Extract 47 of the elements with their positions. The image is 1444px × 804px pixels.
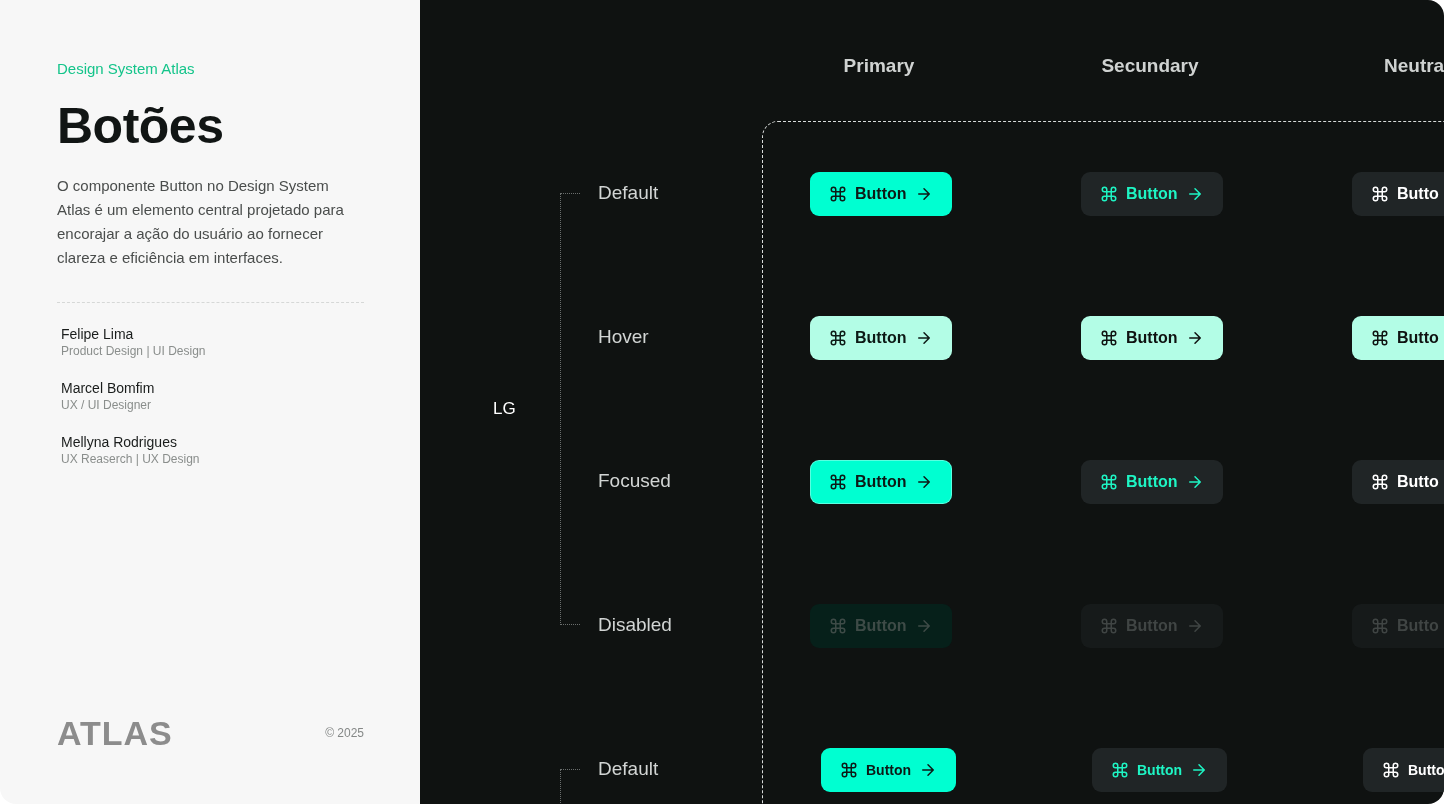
state-label: Focused [598, 468, 671, 493]
size-label: LG [493, 398, 516, 421]
command-icon [1371, 185, 1389, 203]
column-header: Secundary [1100, 54, 1200, 78]
sample-button[interactable]: Button [810, 460, 952, 504]
command-icon [1371, 473, 1389, 491]
command-icon [840, 761, 858, 779]
author-name: Mellyna Rodrigues [61, 432, 178, 451]
page-title: Botões [57, 98, 225, 154]
column-header: Neutra [1384, 54, 1444, 78]
sample-button[interactable]: Butto [1363, 748, 1444, 792]
author-role: UX Reaserch | UX Design [61, 450, 201, 467]
eyebrow-text: Design System Atlas [57, 59, 196, 79]
sample-button[interactable]: Butto [1352, 460, 1444, 504]
state-label: Default [598, 180, 659, 205]
command-icon [1100, 617, 1118, 635]
sample-button[interactable]: Button [1081, 172, 1223, 216]
author-name: Marcel Bomfim [61, 378, 156, 397]
sample-button[interactable]: Button [1092, 748, 1228, 792]
command-icon [1371, 329, 1389, 347]
sample-button[interactable]: Button [1081, 316, 1223, 360]
command-icon [1100, 329, 1118, 347]
author-name: Felipe Lima [61, 324, 135, 343]
command-icon [1100, 185, 1118, 203]
copyright-text: © 2025 [325, 725, 364, 742]
command-icon [829, 185, 847, 203]
sample-button[interactable]: Button [810, 172, 952, 216]
author-role: Product Design | UI Design [61, 342, 207, 359]
command-icon [1100, 473, 1118, 491]
command-icon [1111, 761, 1129, 779]
author-role: UX / UI Designer [61, 396, 153, 413]
command-icon [1371, 617, 1389, 635]
command-icon [1382, 761, 1400, 779]
description-text: O componente Button no Design System Atlas é um elemento central projetado para encorajar a ação do usuário ao fornecer clareza e eficiência em interfaces. [57, 175, 345, 268]
command-icon [829, 329, 847, 347]
state-label: Default [598, 756, 659, 781]
command-icon [829, 617, 847, 635]
logo: ATLAS [57, 716, 173, 750]
sample-button[interactable]: Button [1081, 460, 1223, 504]
state-label: Hover [598, 324, 649, 349]
sample-button[interactable]: Butto [1352, 316, 1444, 360]
column-header: Primary [842, 54, 916, 78]
sample-button[interactable]: Button [821, 748, 957, 792]
sample-button[interactable]: Butto [1352, 172, 1444, 216]
command-icon [829, 473, 847, 491]
sample-button[interactable]: Button [810, 316, 952, 360]
state-label: Disabled [598, 612, 672, 637]
